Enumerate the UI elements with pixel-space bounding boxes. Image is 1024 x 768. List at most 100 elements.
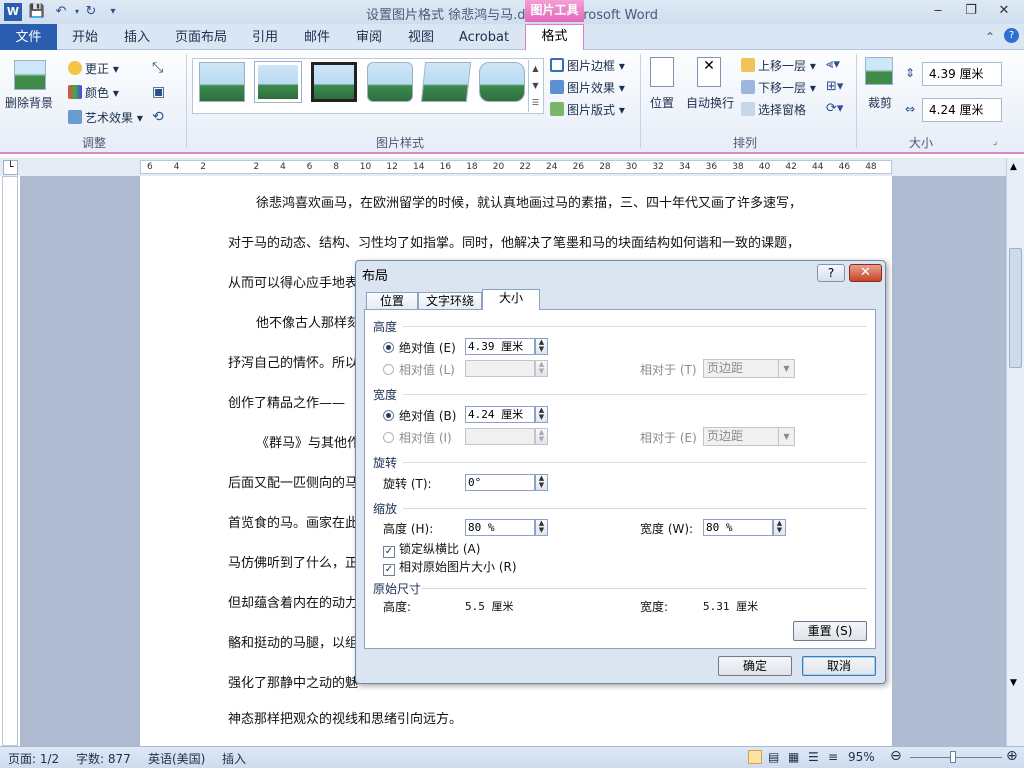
picture-border-button[interactable]: 图片边框 ▾ bbox=[550, 57, 625, 74]
ok-button[interactable]: 确定 bbox=[718, 656, 792, 676]
selection-pane-button[interactable]: 选择窗格 bbox=[741, 101, 806, 118]
picture-layout-button[interactable]: 图片版式 ▾ bbox=[550, 101, 625, 118]
scroll-down-icon[interactable]: ▼ bbox=[1010, 678, 1017, 688]
vertical-ruler[interactable] bbox=[2, 176, 18, 746]
zoom-level[interactable]: 95% bbox=[848, 750, 875, 764]
tab-position[interactable]: 位置 bbox=[366, 292, 418, 310]
scroll-up-icon[interactable]: ▲ bbox=[1010, 162, 1017, 172]
height-relative-radio[interactable]: 相对值 (L) bbox=[383, 361, 455, 378]
rotate-input[interactable]: 0° bbox=[465, 474, 535, 491]
style-thumbnail[interactable] bbox=[254, 61, 302, 103]
style-thumbnail[interactable] bbox=[311, 62, 357, 102]
height-relative-to-select[interactable]: 页边距 ▼ bbox=[703, 359, 795, 378]
tab-format[interactable]: 格式 bbox=[525, 24, 584, 51]
size-dialog-launcher-icon[interactable]: ⌟ bbox=[993, 137, 997, 147]
height-relative-spin-icon[interactable]: ▲ ▼ bbox=[535, 360, 548, 377]
picture-effects-button[interactable]: 图片效果 ▾ bbox=[550, 79, 625, 96]
tab-acrobat[interactable]: Acrobat bbox=[452, 28, 516, 50]
compress-pictures-icon[interactable]: ⤡ bbox=[152, 60, 163, 76]
scale-height-spin-icon[interactable]: ▲ ▼ bbox=[535, 519, 548, 536]
insert-mode-indicator[interactable]: 插入 bbox=[222, 750, 246, 767]
web-layout-view-icon[interactable]: ▦ bbox=[788, 750, 799, 764]
tab-file[interactable]: 文件 bbox=[0, 24, 57, 51]
width-relative-input[interactable] bbox=[465, 428, 535, 445]
zoom-slider-thumb[interactable] bbox=[950, 751, 956, 763]
style-thumbnail[interactable] bbox=[367, 62, 413, 102]
draft-view-icon[interactable]: ≡ bbox=[828, 750, 838, 764]
bring-forward-icon bbox=[741, 58, 755, 72]
ruler-tick-label: 48 bbox=[865, 162, 877, 172]
zoom-in-icon[interactable]: ⊕ bbox=[1006, 748, 1018, 764]
tab-review[interactable]: 审阅 bbox=[347, 28, 391, 50]
shape-height-input[interactable]: 4.39 厘米 bbox=[922, 62, 1002, 86]
wrap-text-button[interactable]: 自动换行 bbox=[686, 94, 734, 111]
reset-picture-icon[interactable]: ⟲ bbox=[152, 109, 164, 125]
crop-button[interactable]: 裁剪 bbox=[868, 94, 892, 111]
width-absolute-input[interactable]: 4.24 厘米 bbox=[465, 406, 535, 423]
tab-text-wrapping[interactable]: 文字环绕 bbox=[418, 292, 482, 310]
group-icon[interactable]: ⊞▾ bbox=[826, 79, 843, 94]
style-thumbnail[interactable] bbox=[479, 62, 525, 102]
scale-height-input[interactable]: 80 % bbox=[465, 519, 535, 536]
scroll-thumb[interactable] bbox=[1009, 248, 1022, 368]
restore-button[interactable]: ❐ bbox=[955, 0, 987, 22]
print-layout-view-icon[interactable] bbox=[748, 750, 762, 764]
zoom-slider[interactable] bbox=[910, 757, 1002, 758]
horizontal-ruler[interactable]: 6 4 2 2 4 6 8 10 12 14 16 18 20 22 24 26 28 30 32 34 36 38 40 4… bbox=[140, 160, 892, 174]
language-indicator[interactable]: 英语(美国) bbox=[148, 750, 205, 767]
page-count[interactable]: 页面: 1/2 bbox=[8, 750, 59, 767]
gallery-scroll-icon[interactable]: ▲ ▼ ☰ bbox=[528, 60, 542, 112]
tab-references[interactable]: 引用 bbox=[243, 28, 287, 50]
align-icon[interactable]: ⫷▾ bbox=[826, 57, 840, 72]
vertical-scrollbar[interactable]: ▲ ▼ bbox=[1006, 158, 1024, 746]
width-relative-to-select[interactable]: 页边距 ▼ bbox=[703, 427, 795, 446]
style-thumbnail[interactable] bbox=[420, 62, 472, 102]
cancel-button[interactable]: 取消 bbox=[802, 656, 876, 676]
relative-original-checkbox[interactable]: ✓ 相对原始图片大小 (R) bbox=[383, 558, 517, 576]
collapse-ribbon-icon[interactable]: ⌃ bbox=[985, 30, 995, 44]
send-backward-button[interactable]: 下移一层 ▾ bbox=[741, 79, 816, 96]
change-picture-icon[interactable]: ▣ bbox=[152, 84, 165, 100]
document-text-line: 从而可以得心应手地表 bbox=[228, 276, 359, 291]
close-dialog-button[interactable]: ✕ bbox=[849, 264, 882, 282]
remove-background-button[interactable]: 删除背景 bbox=[5, 94, 53, 111]
position-button[interactable]: 位置 bbox=[650, 94, 674, 111]
close-window-button[interactable]: ✕ bbox=[988, 0, 1020, 22]
word-count[interactable]: 字数: 877 bbox=[76, 750, 131, 767]
reset-button[interactable]: 重置 (S) bbox=[793, 621, 867, 641]
lock-aspect-ratio-checkbox[interactable]: ✓ 锁定纵横比 (A) bbox=[383, 540, 480, 558]
full-screen-view-icon[interactable]: ▤ bbox=[768, 750, 779, 764]
color-button[interactable]: 颜色 ▾ bbox=[68, 84, 119, 101]
height-absolute-input[interactable]: 4.39 厘米 bbox=[465, 338, 535, 355]
artistic-effects-button[interactable]: 艺术效果 ▾ bbox=[68, 109, 143, 126]
rotate-spin-icon[interactable]: ▲ ▼ bbox=[535, 474, 548, 491]
height-relative-input[interactable] bbox=[465, 360, 535, 377]
scale-width-input[interactable]: 80 % bbox=[703, 519, 773, 536]
tab-selector-icon[interactable]: └ bbox=[3, 160, 18, 175]
tab-mailings[interactable]: 邮件 bbox=[295, 28, 339, 50]
tab-view[interactable]: 视图 bbox=[399, 28, 443, 50]
height-absolute-radio[interactable]: 绝对值 (E) bbox=[383, 339, 456, 356]
width-relative-radio[interactable]: 相对值 (I) bbox=[383, 429, 452, 446]
height-spin-icon[interactable]: ▲ ▼ bbox=[535, 338, 548, 355]
corrections-button[interactable]: 更正 ▾ bbox=[68, 60, 119, 77]
width-relative-spin-icon[interactable]: ▲ ▼ bbox=[535, 428, 548, 445]
original-width-label: 宽度: bbox=[640, 600, 669, 614]
scale-width-spin-icon[interactable]: ▲ ▼ bbox=[773, 519, 786, 536]
style-thumbnail[interactable] bbox=[199, 62, 245, 102]
width-absolute-radio[interactable]: 绝对值 (B) bbox=[383, 407, 456, 424]
document-text-line: 《群马》与其他作 bbox=[256, 436, 361, 451]
outline-view-icon[interactable]: ☰ bbox=[808, 750, 819, 764]
zoom-out-icon[interactable]: ⊖ bbox=[890, 748, 902, 764]
shape-width-input[interactable]: 4.24 厘米 bbox=[922, 98, 1002, 122]
width-spin-icon[interactable]: ▲ ▼ bbox=[535, 406, 548, 423]
tab-home[interactable]: 开始 bbox=[62, 28, 108, 50]
help-icon[interactable]: ? bbox=[1004, 28, 1019, 43]
bring-forward-button[interactable]: 上移一层 ▾ bbox=[741, 57, 816, 74]
tab-page-layout[interactable]: 页面布局 bbox=[170, 28, 232, 50]
help-button[interactable]: ? bbox=[817, 264, 845, 282]
rotate-icon[interactable]: ⟳▾ bbox=[826, 101, 843, 116]
minimize-button[interactable]: ‒ bbox=[922, 0, 954, 22]
tab-size[interactable]: 大小 bbox=[482, 289, 540, 310]
tab-insert[interactable]: 插入 bbox=[114, 28, 160, 50]
